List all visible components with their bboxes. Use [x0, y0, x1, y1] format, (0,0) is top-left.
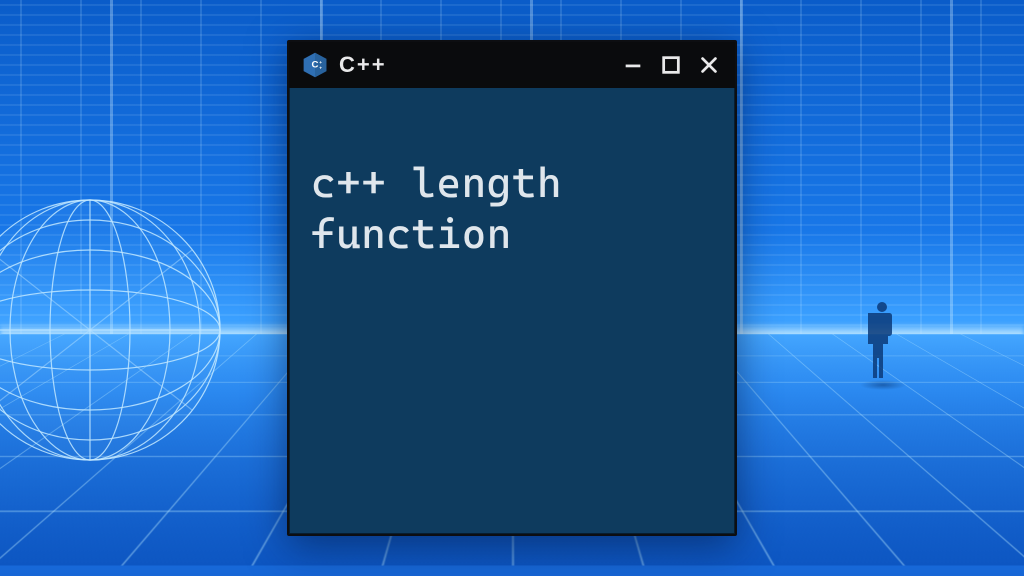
- titlebar[interactable]: C + + C++: [289, 42, 735, 88]
- svg-text:+: +: [319, 61, 322, 66]
- close-button[interactable]: [695, 51, 723, 79]
- wireframe-globe: [0, 180, 240, 480]
- standing-figure: [868, 300, 896, 382]
- terminal-window-wrap: C + + C++: [287, 40, 737, 536]
- svg-text:+: +: [319, 66, 322, 71]
- terminal-body[interactable]: c++ length function: [289, 88, 735, 534]
- window-title: C++: [339, 52, 387, 78]
- minimize-button[interactable]: [619, 51, 647, 79]
- terminal-window: C + + C++: [287, 40, 737, 536]
- maximize-button[interactable]: [657, 51, 685, 79]
- terminal-text: c++ length function: [311, 158, 562, 258]
- cpp-icon: C + +: [301, 51, 329, 79]
- svg-text:C: C: [312, 60, 319, 71]
- window-controls: [619, 51, 723, 79]
